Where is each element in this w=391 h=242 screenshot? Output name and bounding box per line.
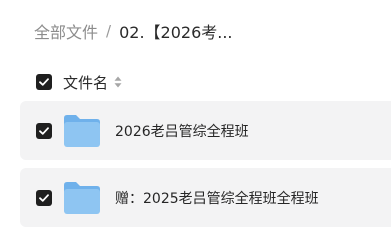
folder-icon bbox=[64, 181, 100, 214]
column-header-filename[interactable]: 文件名 bbox=[63, 72, 108, 93]
file-browser: 全部文件 / 02.【2026考... 文件名 2026老吕管综全程班 赠：20… bbox=[0, 0, 391, 242]
file-row[interactable]: 赠：2025老吕管综全程班全程班 bbox=[20, 168, 391, 227]
breadcrumb-current: 02.【2026考... bbox=[119, 23, 233, 42]
file-row[interactable]: 2026老吕管综全程班 bbox=[20, 101, 391, 160]
file-name[interactable]: 2026老吕管综全程班 bbox=[115, 121, 249, 141]
breadcrumb-separator: / bbox=[106, 22, 112, 40]
breadcrumb: 全部文件 / 02.【2026考... bbox=[34, 18, 233, 44]
check-icon bbox=[39, 193, 49, 202]
list-header: 文件名 bbox=[36, 72, 122, 92]
row-checkbox[interactable] bbox=[36, 122, 52, 139]
folder-icon bbox=[64, 114, 100, 147]
select-all-checkbox[interactable] bbox=[36, 74, 52, 90]
breadcrumb-root-link[interactable]: 全部文件 bbox=[34, 19, 98, 43]
row-checkbox[interactable] bbox=[36, 189, 52, 206]
check-icon bbox=[39, 126, 49, 135]
file-name[interactable]: 赠：2025老吕管综全程班全程班 bbox=[115, 188, 319, 208]
sort-icon[interactable] bbox=[114, 76, 122, 88]
check-icon bbox=[39, 78, 49, 86]
